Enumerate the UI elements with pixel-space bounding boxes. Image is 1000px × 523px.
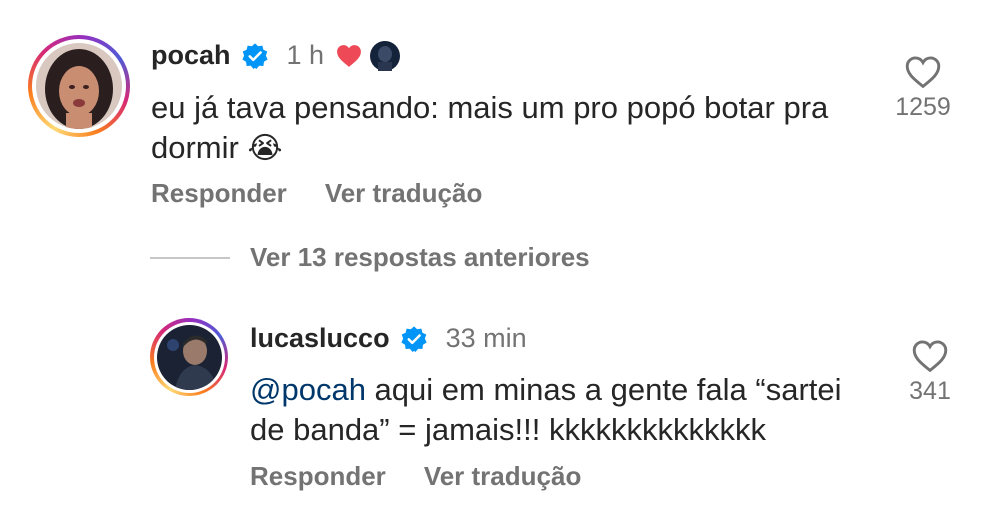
lucaslucco-avatar-photo — [156, 324, 222, 390]
mention-link[interactable]: @pocah — [250, 372, 366, 407]
translate-button[interactable]: Ver tradução — [424, 461, 582, 492]
pocah-avatar-photo — [36, 43, 122, 129]
like-heart-icon[interactable] — [904, 55, 942, 89]
reply-button[interactable]: Responder — [250, 461, 386, 492]
view-previous-replies[interactable]: Ver 13 respostas anteriores — [150, 242, 590, 273]
crying-emoji: 😭 — [247, 132, 283, 165]
like-heart-icon[interactable] — [911, 339, 949, 373]
view-previous-replies-label[interactable]: Ver 13 respostas anteriores — [250, 242, 590, 273]
comment-username[interactable]: pocah — [151, 40, 231, 71]
comment-text: eu já tava pensando: mais um pro popó bo… — [151, 88, 871, 169]
reply-avatar[interactable] — [150, 318, 228, 396]
reply-username[interactable]: lucaslucco — [250, 323, 390, 354]
verified-badge-icon — [400, 325, 428, 353]
verified-badge-icon — [241, 42, 269, 70]
reply-button[interactable]: Responder — [151, 178, 287, 209]
translate-button[interactable]: Ver tradução — [325, 178, 483, 209]
red-heart-icon — [336, 44, 362, 68]
reply-timestamp: 33 min — [445, 323, 527, 353]
author-avatar-icon — [370, 40, 401, 71]
divider-line — [150, 256, 230, 259]
reply-text: @pocah aqui em minas a gente fala “sarte… — [250, 370, 880, 450]
like-count: 341 — [909, 377, 951, 405]
comment-timestamp: 1 h — [286, 40, 325, 70]
comment-avatar[interactable] — [28, 35, 130, 137]
like-count: 1259 — [895, 93, 951, 121]
